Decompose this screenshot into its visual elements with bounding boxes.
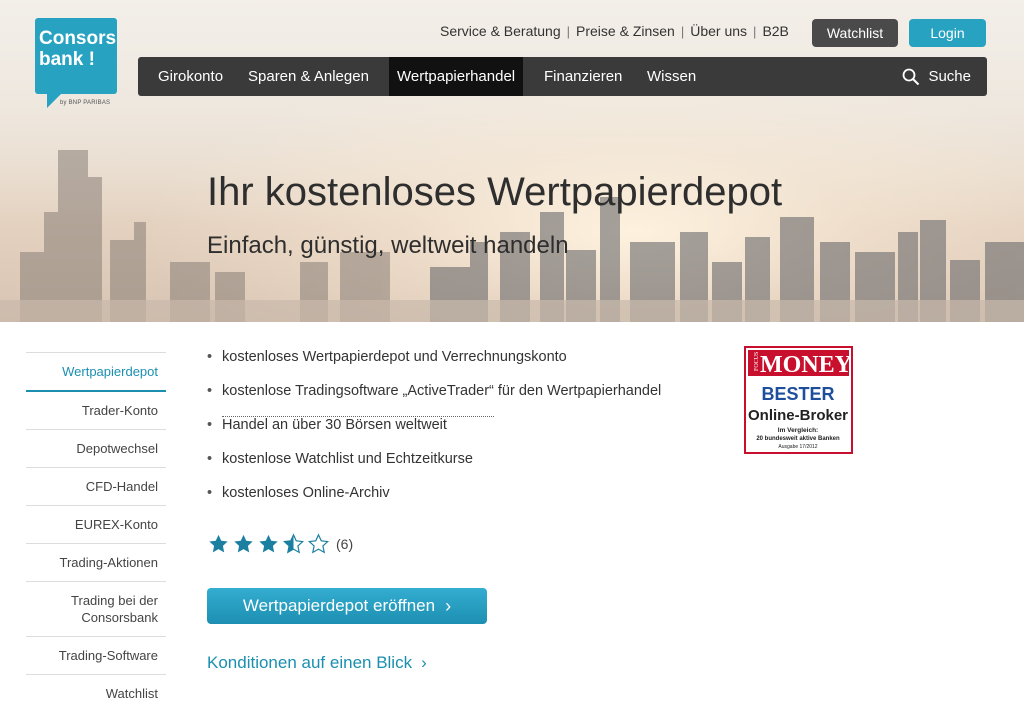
feature-list: • kostenloses Wertpapierdepot und Verrech… [207, 349, 661, 519]
focus-money-award-badge: FOCUS MONEY BESTER Online-Broker Im Verg… [744, 346, 853, 454]
conditions-link[interactable]: Konditionen auf einen Blick › [207, 653, 427, 673]
hero-title: Ihr kostenloses Wertpapierdepot [207, 170, 783, 214]
star-full-icon[interactable] [207, 533, 230, 555]
list-item: • kostenloses Online-Archiv [207, 485, 661, 519]
hero-subtitle: Einfach, günstig, weltweit handeln [207, 232, 569, 259]
search-icon [903, 68, 920, 85]
list-item: • Handel an über 30 Börsen weltweit [207, 417, 661, 451]
rating-count: (6) [336, 536, 354, 552]
nav-item-girokonto[interactable]: Girokonto [158, 57, 223, 96]
feature-text: kostenloses Online-Archiv [222, 485, 390, 501]
logo-subtitle: by BNP PARIBAS [60, 100, 111, 106]
open-depot-label: Wertpapierdepot eröffnen [242, 596, 436, 615]
logo-line1: Consors [39, 28, 117, 49]
list-item: • kostenlose Tradingsoftware „ActiveTrade… [207, 383, 661, 417]
conditions-label: Konditionen auf einen Blick [207, 653, 413, 672]
logo-line2: bank ! [39, 49, 95, 70]
sidebar-item-trading-aktionen[interactable]: Trading-Aktionen [26, 544, 166, 582]
nav-item-wertpapierhandel[interactable]: Wertpapierhandel [389, 57, 524, 96]
prices-link[interactable]: Preise & Zinsen [576, 23, 675, 39]
watchlist-button[interactable]: Watchlist [812, 19, 898, 47]
sidebar-item-trading-software[interactable]: Trading-Software [26, 637, 166, 675]
sidebar-nav: Wertpapierdepot Trader-Konto Depotwechse… [26, 352, 166, 706]
sidebar-item-watchlist[interactable]: Watchlist [26, 675, 166, 706]
top-links: Service & Beratung | Preise & Zinsen | Ü… [440, 23, 789, 39]
link-separator: | [566, 23, 571, 39]
svg-text:Online-Broker: Online-Broker [748, 407, 848, 424]
chevron-right-icon: › [445, 595, 452, 616]
svg-text:MONEY: MONEY [760, 352, 851, 378]
feature-text: kostenlose Watchlist und Echtzeitkurse [222, 451, 473, 467]
consorsbank-logo[interactable]: Consors bank ! [35, 18, 117, 108]
hero-banner [0, 0, 1024, 322]
star-empty-icon[interactable] [307, 533, 330, 555]
list-item: • kostenlose Watchlist und Echtzeitkurse [207, 451, 661, 485]
list-item: • kostenloses Wertpapierdepot und Verrech… [207, 349, 661, 383]
sidebar-item-trader-konto[interactable]: Trader-Konto [26, 392, 166, 430]
svg-text:BESTER: BESTER [761, 384, 834, 404]
star-full-icon[interactable] [232, 533, 255, 555]
sidebar-item-depotwechsel[interactable]: Depotwechsel [26, 430, 166, 468]
nav-item-finanzieren[interactable]: Finanzieren [544, 57, 622, 96]
svg-text:Ausgabe 17/2012: Ausgabe 17/2012 [778, 444, 817, 450]
b2b-link[interactable]: B2B [762, 23, 788, 39]
feature-text: Handel an über 30 Börsen weltweit [222, 417, 447, 433]
svg-text:20 bundesweit aktive Banken: 20 bundesweit aktive Banken [756, 436, 840, 442]
login-button[interactable]: Login [909, 19, 986, 47]
svg-text:Im Vergleich:: Im Vergleich: [778, 427, 818, 434]
service-link[interactable]: Service & Beratung [440, 23, 561, 39]
link-separator: | [753, 23, 757, 39]
chevron-right-icon: › [421, 653, 427, 672]
sidebar-item-trading-consorsbank[interactable]: Trading bei der Consorsbank [26, 582, 166, 637]
about-link[interactable]: Über uns [690, 23, 747, 39]
star-rating[interactable]: (6) [207, 533, 353, 555]
nav-item-sparen-anlegen[interactable]: Sparen & Anlegen [248, 57, 369, 96]
star-full-icon[interactable] [257, 533, 280, 555]
activetrader-link[interactable]: kostenlose Tradingsoftware „ActiveTrader… [222, 383, 494, 417]
star-half-icon[interactable] [282, 533, 305, 555]
sidebar-item-wertpapierdepot[interactable]: Wertpapierdepot [26, 352, 166, 392]
nav-item-wissen[interactable]: Wissen [647, 57, 696, 96]
feature-text: kostenloses Wertpapierdepot und Verrechn… [222, 349, 567, 365]
search-label: Suche [928, 68, 971, 85]
search-button[interactable]: Suche [902, 57, 971, 96]
city-skyline-image [0, 150, 1024, 322]
sidebar-item-cfd-handel[interactable]: CFD-Handel [26, 468, 166, 506]
feature-text: für den Wertpapierhandel [497, 383, 662, 399]
open-depot-button[interactable]: Wertpapierdepot eröffnen › [207, 588, 487, 624]
link-separator: | [680, 23, 685, 39]
main-navigation: Girokonto Sparen & Anlegen Wertpapierhan… [138, 57, 987, 96]
sidebar-item-eurex-konto[interactable]: EUREX-Konto [26, 506, 166, 544]
